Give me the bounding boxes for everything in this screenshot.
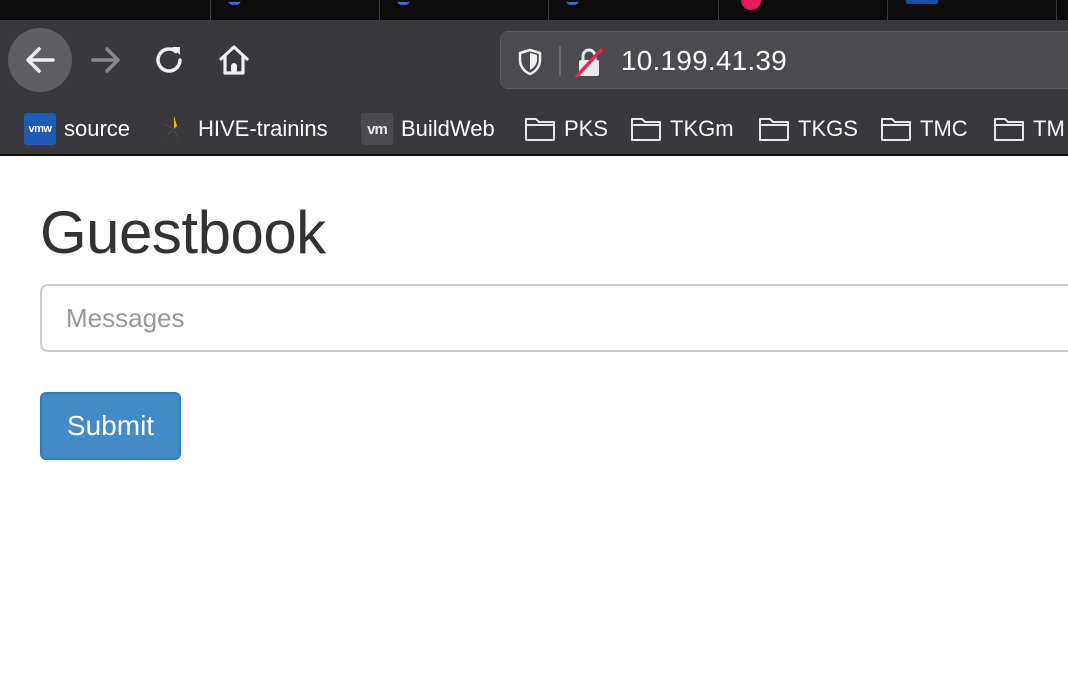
folder-icon	[630, 113, 662, 145]
bookmark-hive-trainins[interactable]: HIVE-trainins	[158, 112, 328, 146]
bookmark-label: TM	[1033, 116, 1065, 141]
messages-input[interactable]	[40, 284, 1068, 352]
page-title: Guestbook	[40, 199, 326, 266]
browser-tab[interactable]	[548, 0, 717, 20]
forward-arrow-icon	[91, 47, 120, 73]
bookmark-source[interactable]: vmw source	[24, 112, 130, 146]
bookmark-label: source	[64, 116, 131, 141]
browser-tab[interactable]	[718, 0, 887, 20]
url-text[interactable]: 10.199.41.39	[621, 45, 787, 77]
browser-tab[interactable]	[379, 0, 548, 20]
vmw-icon: vmw	[24, 113, 56, 145]
insecure-lock-icon[interactable]	[573, 46, 605, 78]
folder-icon	[758, 113, 790, 145]
vm-icon: vm	[361, 113, 393, 145]
bookmark-label: HIVE-trainins	[198, 116, 328, 141]
browser-tab[interactable]	[210, 0, 379, 20]
tab-strip	[0, 0, 1068, 20]
address-bar[interactable]: 10.199.41.39	[500, 31, 1068, 89]
bookmark-folder-tkgm[interactable]: TKGm	[630, 112, 734, 146]
bookmark-label: PKS	[564, 116, 609, 141]
bookmark-folder-tkgs[interactable]: TKGS	[758, 112, 858, 146]
reload-icon	[156, 47, 182, 73]
submit-button[interactable]: Submit	[40, 392, 181, 460]
blue-square-icon	[906, 0, 938, 4]
url-separator	[559, 46, 561, 76]
bookmark-label: BuildWeb	[401, 116, 495, 141]
page-content: Guestbook Submit	[0, 158, 1068, 674]
bookmark-label: TMC	[920, 116, 968, 141]
forward-button[interactable]	[74, 28, 138, 92]
browser-tab[interactable]	[1056, 0, 1068, 20]
confluence-icon	[396, 0, 412, 4]
bookmark-folder-pks[interactable]: PKS	[524, 112, 608, 146]
bookmark-label: TKGS	[798, 116, 858, 141]
bookmark-label: TKGm	[670, 116, 734, 141]
folder-icon	[993, 113, 1025, 145]
hive-logo-icon	[161, 116, 187, 142]
folder-icon	[524, 113, 556, 145]
back-arrow-icon	[26, 47, 55, 73]
home-button[interactable]	[202, 28, 266, 92]
browser-tab[interactable]	[887, 0, 1056, 20]
bookmark-folder-tm[interactable]: TM	[993, 112, 1065, 146]
bookmark-buildweb[interactable]: vm BuildWeb	[361, 112, 495, 146]
navigation-toolbar: 10.199.41.39	[0, 20, 1068, 102]
home-icon	[219, 45, 249, 75]
bookmarks-toolbar: vmw source HIVE-trainins vm BuildWeb PKS…	[0, 102, 1068, 156]
confluence-icon	[565, 0, 581, 4]
back-button[interactable]	[8, 28, 72, 92]
bookmark-folder-tmc[interactable]: TMC	[880, 112, 968, 146]
tracking-shield-icon	[518, 48, 542, 76]
folder-icon	[880, 113, 912, 145]
reload-button[interactable]	[138, 28, 202, 92]
pink-circle-icon	[741, 0, 761, 10]
confluence-icon	[227, 0, 243, 4]
